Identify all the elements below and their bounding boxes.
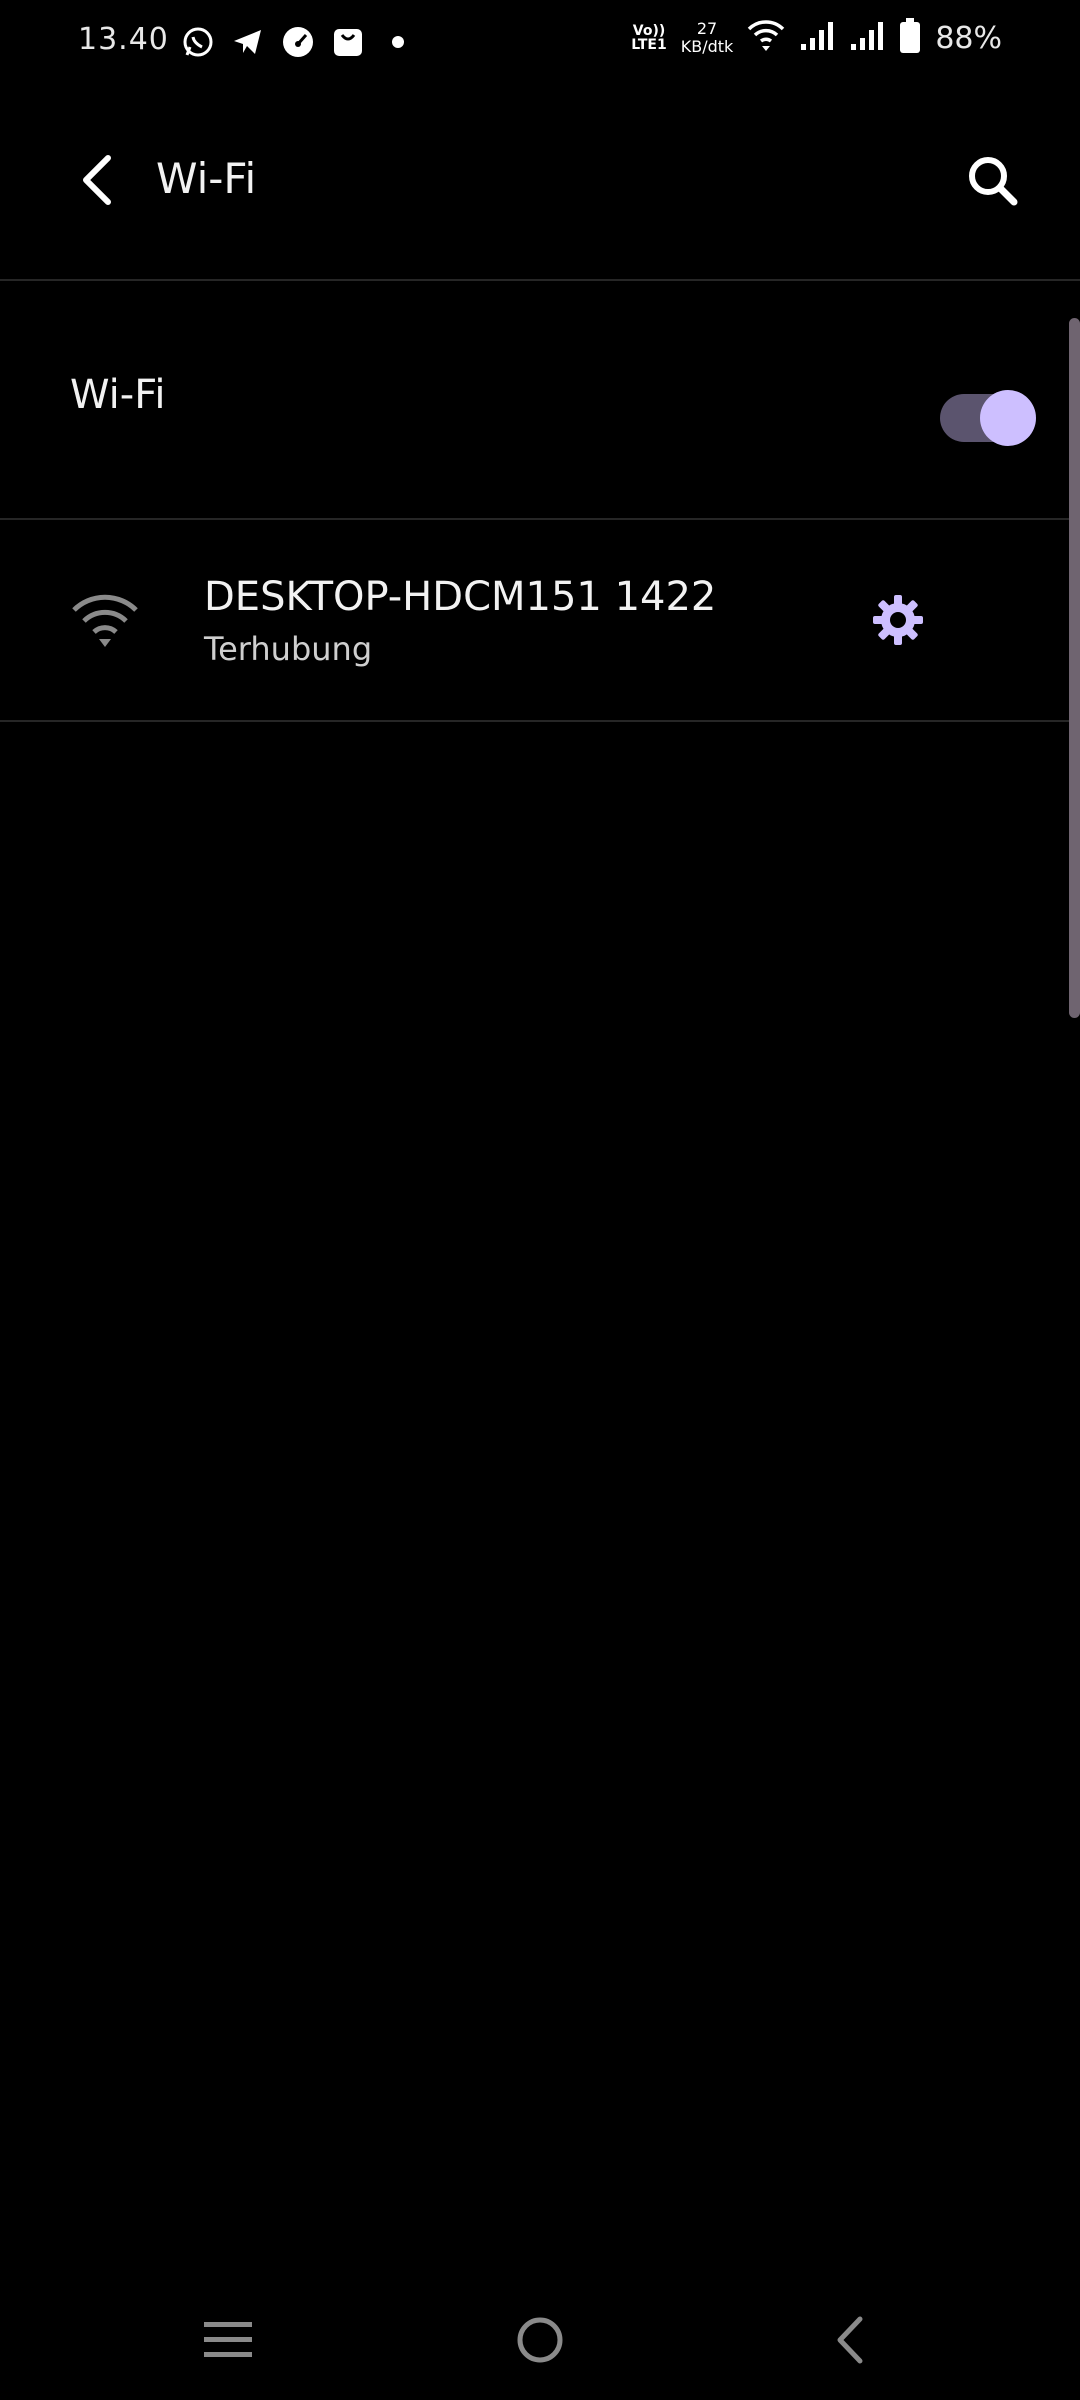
wifi-signal-icon: [70, 590, 140, 650]
app-bar: Wi-Fi: [0, 90, 1080, 280]
toggle-thumb: [980, 390, 1036, 446]
wifi-toggle-label: Wi-Fi: [70, 372, 166, 418]
status-bar: 13.40 Vo)) LTE1 27 KB/dtk 88%: [0, 0, 1080, 90]
network-row-divider: [0, 720, 1080, 722]
search-icon: [969, 157, 1018, 206]
volte-line2: LTE1: [631, 37, 667, 53]
status-right-icons: Vo)) LTE1 27 KB/dtk 88%: [631, 18, 1002, 58]
back-button[interactable]: [68, 152, 124, 208]
network-speed-unit: KB/dtk: [680, 37, 734, 56]
search-button[interactable]: [960, 148, 1024, 212]
network-speed: 27 KB/dtk: [681, 20, 734, 56]
network-name: DESKTOP-HDCM151 1422: [204, 574, 717, 620]
more-notifications-dot-icon: [380, 24, 416, 60]
volte-indicator: Vo)) LTE1: [631, 24, 666, 52]
status-time: 13.40: [78, 22, 169, 57]
signal-sim1-icon: [799, 20, 835, 56]
wifi-toggle-row[interactable]: Wi-Fi: [0, 282, 1080, 518]
network-status: Terhubung: [204, 630, 373, 668]
gear-icon: [873, 595, 923, 645]
menu-icon: [204, 2322, 252, 2357]
wifi-toggle-switch[interactable]: [940, 390, 1036, 446]
recent-apps-button[interactable]: [188, 2300, 268, 2380]
wifi-status-icon: [747, 19, 785, 57]
network-speed-value: 27: [696, 19, 718, 38]
telegram-icon: [230, 24, 266, 60]
shopping-bag-icon: [330, 24, 366, 60]
speedometer-icon: [280, 24, 316, 60]
battery-icon: [899, 18, 921, 58]
navigation-bar: [0, 2280, 1080, 2400]
app-bar-divider: [0, 279, 1080, 281]
whatsapp-icon: [180, 24, 216, 60]
signal-sim2-icon: [849, 20, 885, 56]
page-title: Wi-Fi: [156, 154, 257, 203]
back-nav-button[interactable]: [810, 2300, 890, 2380]
arrow-left-icon: [83, 155, 111, 205]
home-button[interactable]: [500, 2300, 580, 2380]
home-circle-icon: [517, 2317, 563, 2363]
battery-percentage: 88%: [935, 20, 1002, 56]
scrollbar[interactable]: [1069, 318, 1080, 1018]
network-settings-button[interactable]: [868, 590, 928, 650]
network-list-item[interactable]: DESKTOP-HDCM151 1422 Terhubung: [0, 520, 1080, 720]
volte-line1: Vo)): [632, 23, 666, 39]
chevron-left-icon: [837, 2316, 863, 2364]
notification-icons: [180, 24, 416, 60]
